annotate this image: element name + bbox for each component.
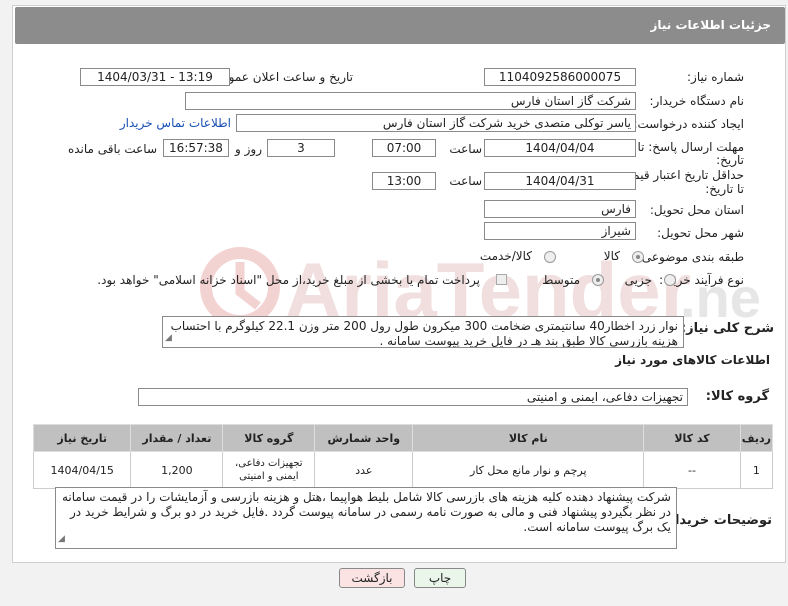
cell-name: پرچم و نوار مانع محل کار [412,451,645,489]
buyer-org-field: شرکت گاز استان فارس [185,92,636,110]
process-medium-label: متوسط [542,273,580,287]
col-date-header: تاریخ نیاز [32,424,132,452]
remaining-label: ساعت باقی مانده [67,142,157,156]
category-goods-radio[interactable] [632,251,644,263]
validity-label: حداقل تاریخ اعتبار قیمت: [617,168,744,182]
announce-field: 1404/03/31 - 13:19 [80,68,230,86]
buyer-notes-text: شرکت پیشنهاد دهنده کلیه هزینه های بازرسی… [61,490,671,534]
resize-handle-icon[interactable]: ◢ [165,331,172,346]
category-goods-service-radio[interactable] [544,251,556,263]
need-number-field: 1104092586000075 [484,68,636,86]
validity-date-field: 1404/04/31 [484,172,636,190]
process-medium-radio[interactable] [592,274,604,286]
treasury-payment-checkbox[interactable] [496,274,507,285]
cell-qty: 1,200 [130,451,224,489]
print-button[interactable]: چاپ [414,568,466,588]
goods-info-title: اطلاعات کالاهای مورد نیاز [615,353,770,367]
days-field: 3 [267,139,335,157]
goods-group-label: گروه کالا: [705,389,769,404]
category-goods-label: کالا [603,249,620,263]
cell-date: 1404/04/15 [32,451,132,489]
col-qty-header: تعداد / مقدار [130,424,224,452]
items-table: ردیف کد کالا نام کالا واحد شمارش گروه کا… [32,424,774,489]
category-label: طبقه بندی موضوعی: [637,250,744,264]
province-field: فارس [484,200,636,218]
validity-time-label: ساعت [449,174,482,188]
province-label: استان محل تحویل: [649,203,744,217]
validity-time-field: 13:00 [372,172,436,190]
col-row-header: ردیف [739,424,774,452]
deadline-time-label: ساعت [449,142,482,156]
cell-unit: عدد [314,451,414,489]
description-text: نوار زرد اخطار40 سانتیمتری ضخامت 300 میک… [170,319,678,348]
deadline-label: مهلت ارسال پاسخ: تا [637,140,744,154]
city-field: شیراز [484,222,636,240]
col-code-header: کد کالا [643,424,741,452]
col-unit-header: واحد شمارش [314,424,414,452]
page-header: جزئیات اطلاعات نیاز [15,7,785,44]
description-label: شرح کلی نیاز: [680,321,774,336]
cell-group: تجهیزات دفاعی، ایمنی و امنیتی [222,451,316,489]
table-row: 1 -- پرچم و نوار مانع محل کار عدد تجهیزا… [32,451,774,489]
cell-row: 1 [739,451,774,489]
back-button[interactable]: بازگشت [339,568,405,588]
page-title: جزئیات اطلاعات نیاز [650,18,771,32]
creator-field: یاسر توکلی متصدی خرید شرکت گاز استان فار… [236,114,636,132]
deadline-time-field: 07:00 [372,139,436,157]
remaining-time-field: 16:57:38 [163,139,229,157]
description-textarea: نوار زرد اخطار40 سانتیمتری ضخامت 300 میک… [162,316,684,348]
buyer-notes-textarea: شرکت پیشنهاد دهنده کلیه هزینه های بازرسی… [55,487,677,549]
process-minor-radio[interactable] [664,274,676,286]
deadline-label-2: تاریخ: [716,153,744,167]
resize-handle-icon[interactable]: ◢ [58,532,65,547]
creator-label: ایجاد کننده درخواست: [633,117,744,131]
category-goods-service-label: کالا/خدمت [479,249,532,263]
need-number-label: شماره نیاز: [687,70,744,84]
days-label: روز و [235,142,262,156]
buyer-notes-label: توضیحات خریدار: [662,513,772,528]
buyer-contact-link[interactable]: اطلاعات تماس خریدار [120,116,231,130]
table-header-row: ردیف کد کالا نام کالا واحد شمارش گروه کا… [32,424,774,452]
col-name-header: نام کالا [412,424,645,452]
city-label: شهر محل تحویل: [657,226,744,240]
deadline-date-field: 1404/04/04 [484,139,636,157]
cell-code: -- [643,451,741,489]
col-group-header: گروه کالا [222,424,316,452]
goods-group-field: تجهیزات دفاعی، ایمنی و امنیتی [138,388,688,406]
buyer-org-label: نام دستگاه خریدار: [649,94,745,108]
treasury-payment-note: پرداخت تمام یا بخشی از مبلغ خرید،از محل … [97,273,480,287]
process-minor-label: جزیی [624,273,652,287]
validity-label-2: تا تاریخ: [705,182,744,196]
